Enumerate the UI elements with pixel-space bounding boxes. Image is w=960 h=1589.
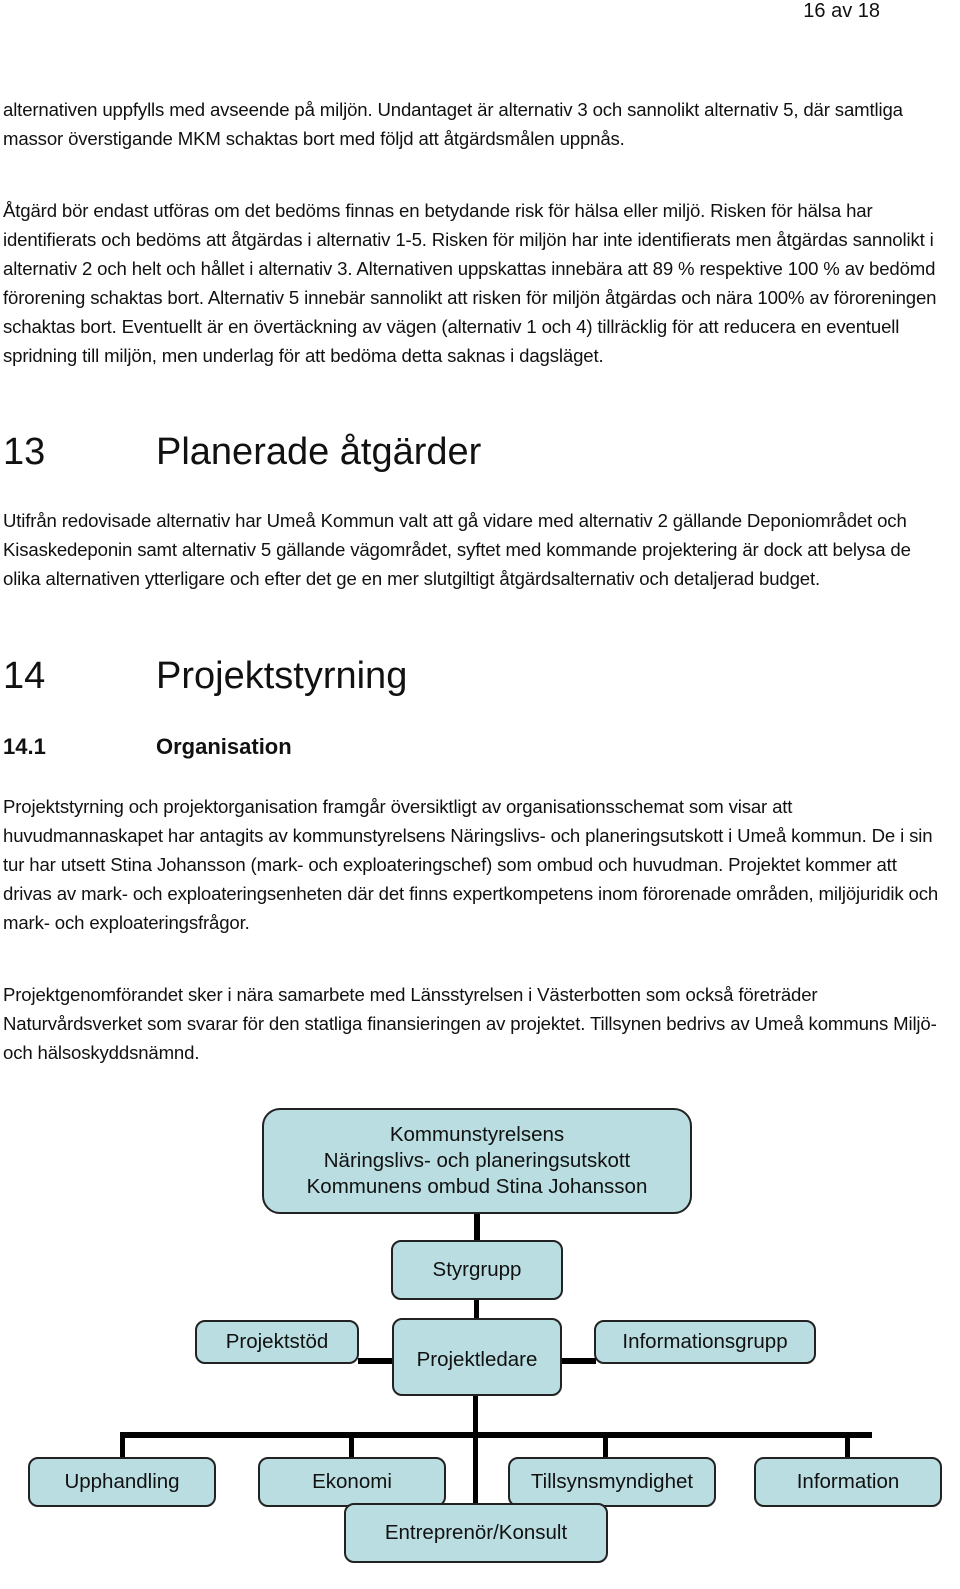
org-box-informationsgrupp: Informationsgrupp [594,1320,816,1364]
paragraph-collaboration: Projektgenomförandet sker i nära samarbe… [3,984,937,1063]
paragraph-alternatives-environment: alternativen uppfylls med avseende på mi… [3,99,903,149]
paragraph-organisation: Projektstyrning och projektorganisation … [3,796,939,933]
org-box-kommunstyrelsen-line2: Näringslivs- och planeringsutskott [323,1149,631,1172]
org-box-projektledare: Projektledare [392,1318,562,1396]
page-number: 16 av 18 [803,0,880,22]
heading-13: 13 Planerade åtgärder [3,430,481,474]
org-box-kommunstyrelsen-line1: Kommunstyrelsens [389,1123,565,1146]
org-box-projektstod-label: Projektstöd [225,1330,329,1353]
org-box-kommunstyrelsen: Kommunstyrelsens Näringslivs- och planer… [262,1108,692,1214]
connector-horizontal-bar [120,1432,872,1438]
heading-14-number: 14 [3,655,46,697]
paragraph-planned-measures: Utifrån redovisade alternativ har Umeå K… [3,510,911,589]
heading-13-title: Planerade åtgärder [156,431,482,473]
connector-projektledare-down [473,1394,478,1506]
org-box-ekonomi-label: Ekonomi [312,1470,392,1493]
org-box-upphandling-label: Upphandling [64,1470,180,1493]
org-box-tillsynsmyndighet: Tillsynsmyndighet [508,1457,716,1507]
org-box-styrgrupp-label: Styrgrupp [432,1258,522,1281]
org-box-information: Information [754,1457,942,1507]
connector-styrgrupp-projektledare [474,1297,479,1319]
connector-upphandling [120,1432,125,1460]
connector-tillsynsmyndighet [603,1432,608,1460]
connector-top-styrgrupp [474,1212,480,1242]
org-box-tillsynsmyndighet-label: Tillsynsmyndighet [530,1470,694,1493]
heading-14-1: 14.1 Organisation [3,733,292,761]
org-box-ekonomi: Ekonomi [258,1457,446,1507]
org-box-projektledare-label: Projektledare [416,1348,538,1371]
connector-projektstod [358,1358,394,1364]
org-box-projektstod: Projektstöd [195,1320,359,1364]
org-box-information-label: Information [796,1470,900,1493]
org-box-upphandling: Upphandling [28,1457,216,1507]
org-box-informationsgrupp-label: Informationsgrupp [622,1330,788,1353]
org-box-entreprenor-konsult: Entreprenör/Konsult [344,1503,608,1563]
connector-informationsgrupp [560,1358,596,1364]
heading-14-1-title: Organisation [156,734,292,759]
connector-information [845,1432,850,1460]
org-box-styrgrupp: Styrgrupp [391,1240,563,1300]
heading-14-1-number: 14.1 [3,734,46,759]
heading-13-number: 13 [3,431,46,473]
paragraph-risk-assessment: Åtgärd bör endast utföras om det bedöms … [3,200,937,366]
heading-14-title: Projektstyrning [156,655,408,697]
heading-14: 14 Projektstyrning [3,654,407,698]
org-box-entreprenor-konsult-label: Entreprenör/Konsult [384,1521,568,1544]
connector-ekonomi [349,1432,354,1460]
org-box-kommunstyrelsen-line3: Kommunens ombud Stina Johansson [306,1175,648,1198]
